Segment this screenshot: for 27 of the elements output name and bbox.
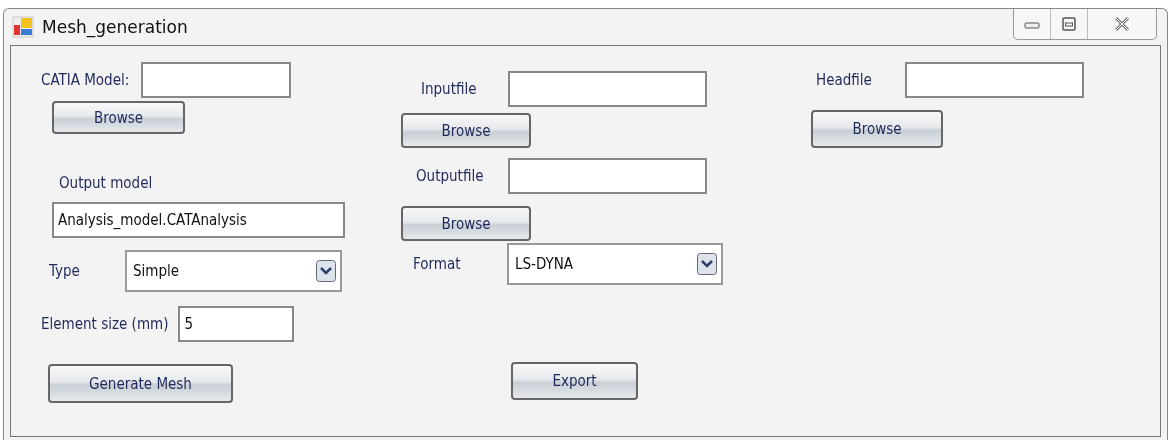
window-title: Mesh_generation [42,17,188,37]
browse-button[interactable]: Browse [401,206,531,241]
field-label: Headfile [815,71,873,89]
maximize-icon [1062,17,1076,31]
field-label: Output model [59,174,153,192]
browse-button[interactable]: Browse [811,110,943,148]
field-label: Outputfile [415,167,485,185]
export-button[interactable]: Export [511,362,638,400]
dropdown[interactable]: Simple [125,250,342,292]
minimize-icon [1024,19,1040,29]
field-label: Format [412,255,462,273]
browse-button[interactable]: Browse [401,113,531,148]
browse-button[interactable]: Browse [52,101,185,134]
close-icon [1114,17,1130,31]
input-field[interactable] [508,71,707,107]
field-label: Type [48,262,81,280]
dropdown[interactable]: LS-DYNA [507,243,723,285]
input-field[interactable] [905,62,1084,98]
input-field[interactable]: 5 [178,306,295,342]
app-icon [12,16,34,38]
generate-mesh-button[interactable]: Generate Mesh [48,364,233,403]
field-label: Inputfile [420,80,478,98]
input-field[interactable] [141,62,292,98]
input-field[interactable]: Analysis_model.CATAnalysis [52,202,345,238]
field-label: Element size (mm) [41,315,169,333]
input-field[interactable] [508,158,707,194]
field-label: CATIA Model: [41,71,130,89]
